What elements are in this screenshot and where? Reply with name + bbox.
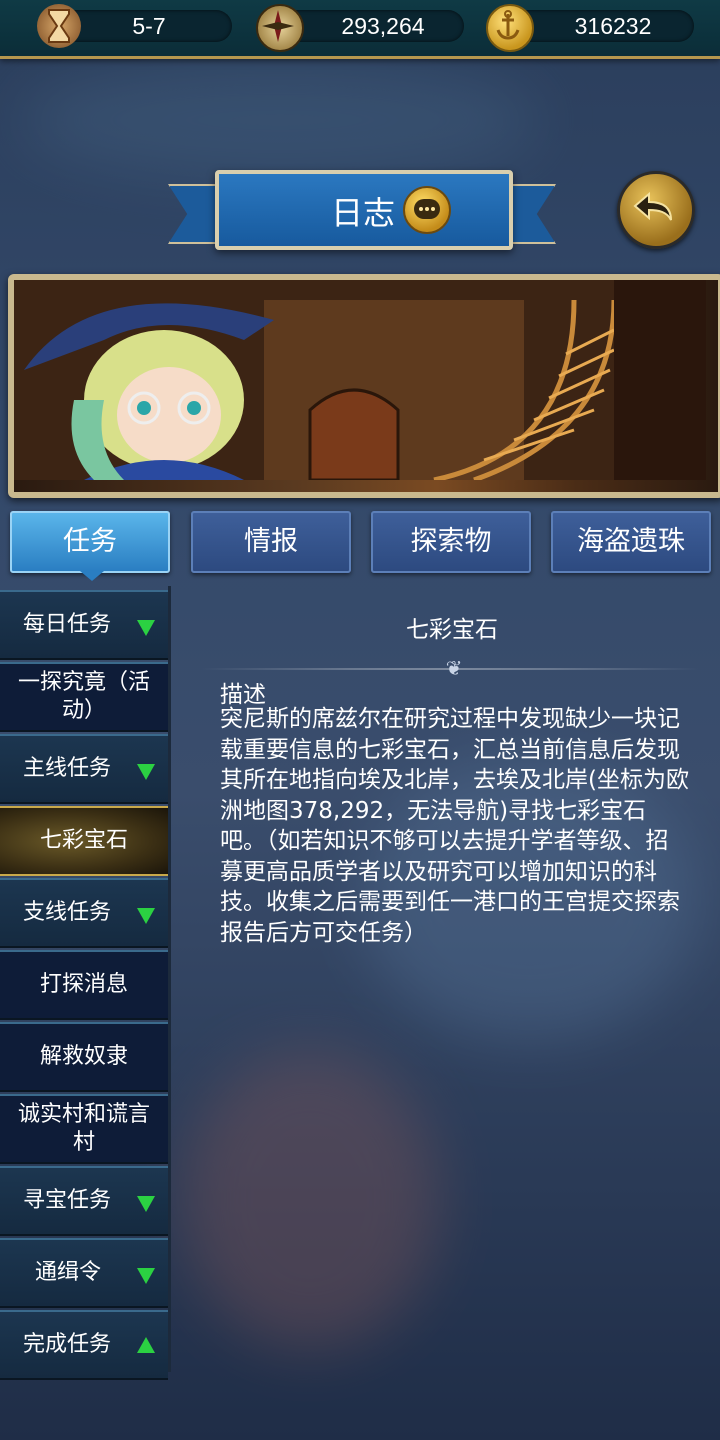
chat-dot [425, 207, 429, 211]
tab-pirate-treasure[interactable]: 海盗遗珠 [551, 511, 711, 573]
tab-discoveries-label: 探索物 [410, 526, 492, 557]
chat-icon[interactable] [403, 186, 451, 234]
back-button[interactable] [617, 171, 695, 249]
timer-value: 5-7 [132, 13, 166, 39]
sidebar-item-wanted[interactable]: 通缉令 [0, 1238, 168, 1308]
tab-intel-label: 情报 [244, 526, 298, 557]
gold-value: 316232 [574, 13, 652, 39]
sidebar-item-label: 诚实村和谎言村 [17, 1102, 150, 1155]
sidebar-item-honest-village[interactable]: 诚实村和谎言村 [0, 1094, 168, 1164]
page-title: 日志 [331, 194, 396, 232]
sidebar-item-label: 解救奴隶 [39, 1044, 128, 1069]
sidebar-divider [168, 586, 171, 1372]
compass-icon [256, 4, 304, 52]
expand-down-icon [137, 908, 155, 924]
ship-interior-illustration [14, 280, 706, 483]
hero-image [8, 274, 720, 498]
chat-dot [431, 207, 435, 211]
anchor-coin-icon [486, 4, 534, 52]
sidebar-item-rainbow-gem[interactable]: 七彩宝石 [0, 806, 168, 876]
tab-intel[interactable]: 情报 [191, 511, 351, 573]
sidebar-item-side[interactable]: 支线任务 [0, 878, 168, 948]
tab-discoveries[interactable]: 探索物 [371, 511, 531, 573]
sidebar-item-daily[interactable]: 每日任务 [0, 590, 168, 660]
sidebar-item-completed[interactable]: 完成任务 [0, 1310, 168, 1380]
back-arrow-icon [633, 191, 672, 221]
quest-title: 七彩宝石 [406, 617, 498, 643]
tab-missions-label: 任务 [63, 526, 117, 557]
background-glow [20, 60, 540, 180]
sidebar-item-treasure[interactable]: 寻宝任务 [0, 1166, 168, 1236]
collapse-up-icon [137, 1337, 155, 1353]
expand-down-icon [137, 764, 155, 780]
compass-value: 293,264 [341, 13, 425, 39]
page-title-banner: 日志 [215, 170, 513, 250]
resource-bar: 5-7 293,264 316232 [0, 0, 720, 59]
sidebar-item-gather-news[interactable]: 打探消息 [0, 950, 168, 1020]
tab-missions[interactable]: 任务 [10, 511, 170, 581]
sidebar-item-event[interactable]: 一探究竟（活动） [0, 662, 168, 732]
sidebar-item-label: 打探消息 [39, 972, 128, 997]
sidebar-item-label: 七彩宝石 [39, 828, 128, 853]
quest-description: 突尼斯的席兹尔在研究过程中发现缺少一块记载重要信息的七彩宝石，汇总当前信息后发现… [220, 706, 689, 946]
quest-category-list: 每日任务 一探究竟（活动） 主线任务 七彩宝石 支线任务 打探消息 解救奴隶 诚… [0, 586, 172, 1380]
expand-down-icon [137, 1268, 155, 1284]
sidebar-item-rescue-slaves[interactable]: 解救奴隶 [0, 1022, 168, 1092]
sidebar-item-label: 一探究竟（活动） [17, 670, 150, 723]
hourglass-icon [37, 4, 81, 48]
chat-dot [419, 207, 423, 211]
active-tab-pointer [80, 571, 104, 581]
ornament-icon: ❦ [445, 656, 463, 680]
tab-pirate-treasure-label: 海盗遗珠 [577, 526, 685, 557]
expand-down-icon [137, 1196, 155, 1212]
expand-down-icon [137, 620, 155, 636]
sidebar-item-main[interactable]: 主线任务 [0, 734, 168, 804]
background-glow [180, 1050, 440, 1350]
